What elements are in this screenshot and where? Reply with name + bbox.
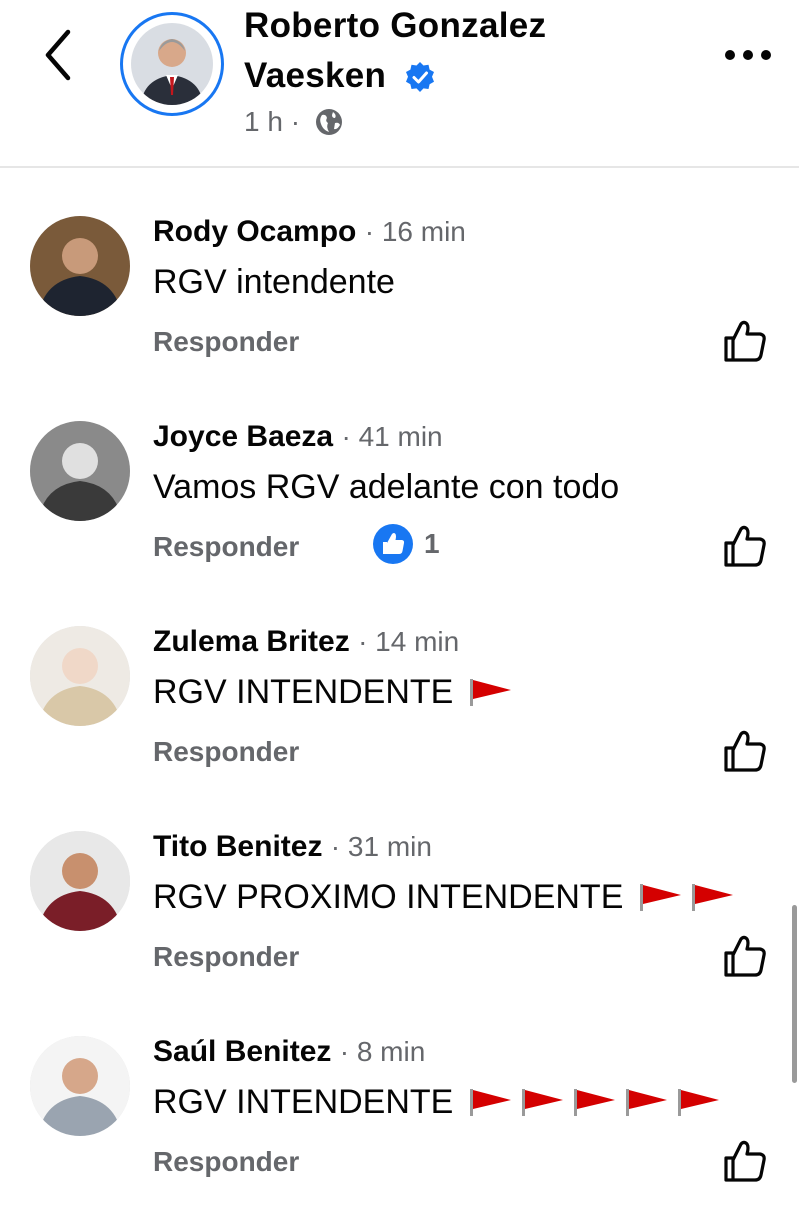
like-button[interactable]: [722, 728, 768, 774]
reaction-summary[interactable]: 1: [372, 523, 440, 565]
comment-item: Rody Ocampo · 16 min RGV intendente Respon…: [0, 212, 799, 402]
comment-text: RGV INTENDENTE: [153, 673, 454, 711]
flag-emojis: [631, 882, 735, 912]
commenter-name[interactable]: Saúl Benitez: [153, 1035, 331, 1068]
comment-time: · 31 min: [330, 831, 432, 862]
commenter-avatar[interactable]: [30, 831, 130, 931]
red-flag-icon: [692, 884, 734, 911]
comment-item: Zulema Britez · 14 min RGV INTENDENTE Resp…: [0, 622, 799, 812]
comment-item: Tito Benitez · 31 min RGV PROXIMO INTENDE…: [0, 827, 799, 1017]
red-flag-icon: [626, 1089, 668, 1116]
comment-time: · 41 min: [341, 421, 443, 452]
reply-button[interactable]: Responder: [153, 1144, 299, 1180]
comment-text-line: Vamos RGV adelante con todo: [153, 465, 619, 509]
red-flag-icon: [678, 1089, 720, 1116]
comment-text: RGV intendente: [153, 263, 395, 301]
thumbs-up-icon: [722, 935, 768, 983]
comment-text: RGV PROXIMO INTENDENTE: [153, 878, 624, 916]
like-button[interactable]: [722, 318, 768, 364]
author-name-line2[interactable]: Vaesken: [244, 52, 386, 100]
red-flag-icon: [640, 884, 682, 911]
reply-button[interactable]: Responder: [153, 324, 299, 360]
comment-text: RGV INTENDENTE: [153, 1083, 454, 1121]
commenter-avatar[interactable]: [30, 421, 130, 521]
comment-time: · 14 min: [358, 626, 460, 657]
flag-emojis: [461, 677, 513, 707]
thumbs-up-icon: [722, 730, 768, 778]
chevron-left-icon: [45, 29, 71, 81]
post-header: Roberto Gonzalez Vaesken 1 h ·: [0, 0, 799, 168]
comment-text-line: RGV intendente: [153, 260, 395, 304]
comment-time: · 16 min: [364, 216, 466, 247]
post-time: 1 h ·: [244, 106, 301, 137]
commenter-avatar[interactable]: [30, 626, 130, 726]
thumbs-up-icon: [722, 525, 768, 573]
like-count: 1: [424, 528, 440, 559]
commenter-name[interactable]: Joyce Baeza: [153, 420, 333, 453]
like-reaction-icon: [373, 524, 413, 564]
author-name-line1[interactable]: Roberto Gonzalez: [244, 2, 546, 50]
like-button[interactable]: [722, 933, 768, 979]
thumbs-up-icon: [722, 1140, 768, 1188]
red-flag-icon: [470, 1089, 512, 1116]
commenter-name[interactable]: Zulema Britez: [153, 625, 350, 658]
red-flag-icon: [574, 1089, 616, 1116]
red-flag-icon: [522, 1089, 564, 1116]
flag-emojis: [461, 1087, 721, 1117]
verified-badge-icon: [406, 62, 434, 92]
like-button[interactable]: [722, 1138, 768, 1184]
thumbs-up-icon: [722, 320, 768, 368]
author-avatar[interactable]: [120, 12, 224, 116]
commenter-avatar[interactable]: [30, 1036, 130, 1136]
comment-text-line: RGV INTENDENTE: [153, 670, 513, 714]
reply-button[interactable]: Responder: [153, 529, 299, 565]
reply-button[interactable]: Responder: [153, 939, 299, 975]
commenter-name[interactable]: Rody Ocampo: [153, 215, 356, 248]
comment-text: Vamos RGV adelante con todo: [153, 468, 620, 506]
commenter-avatar[interactable]: [30, 216, 130, 316]
comment-item: Saúl Benitez · 8 min RGV INTENDENTE Respon…: [0, 1032, 799, 1222]
comment-text-line: RGV PROXIMO INTENDENTE: [153, 875, 735, 919]
red-flag-icon: [470, 679, 512, 706]
comment-item: Joyce Baeza · 41 min Vamos RGV adelante c…: [0, 417, 799, 607]
like-button[interactable]: [722, 523, 768, 569]
more-options-icon[interactable]: [722, 44, 774, 66]
back-button[interactable]: [38, 26, 82, 84]
commenter-name[interactable]: Tito Benitez: [153, 830, 322, 863]
comment-time: · 8 min: [339, 1036, 426, 1067]
comment-text-line: RGV INTENDENTE: [153, 1080, 721, 1124]
author-photo: [131, 23, 213, 105]
reply-button[interactable]: Responder: [153, 734, 299, 770]
globe-icon: [316, 109, 342, 135]
scrollbar[interactable]: [792, 905, 797, 1083]
